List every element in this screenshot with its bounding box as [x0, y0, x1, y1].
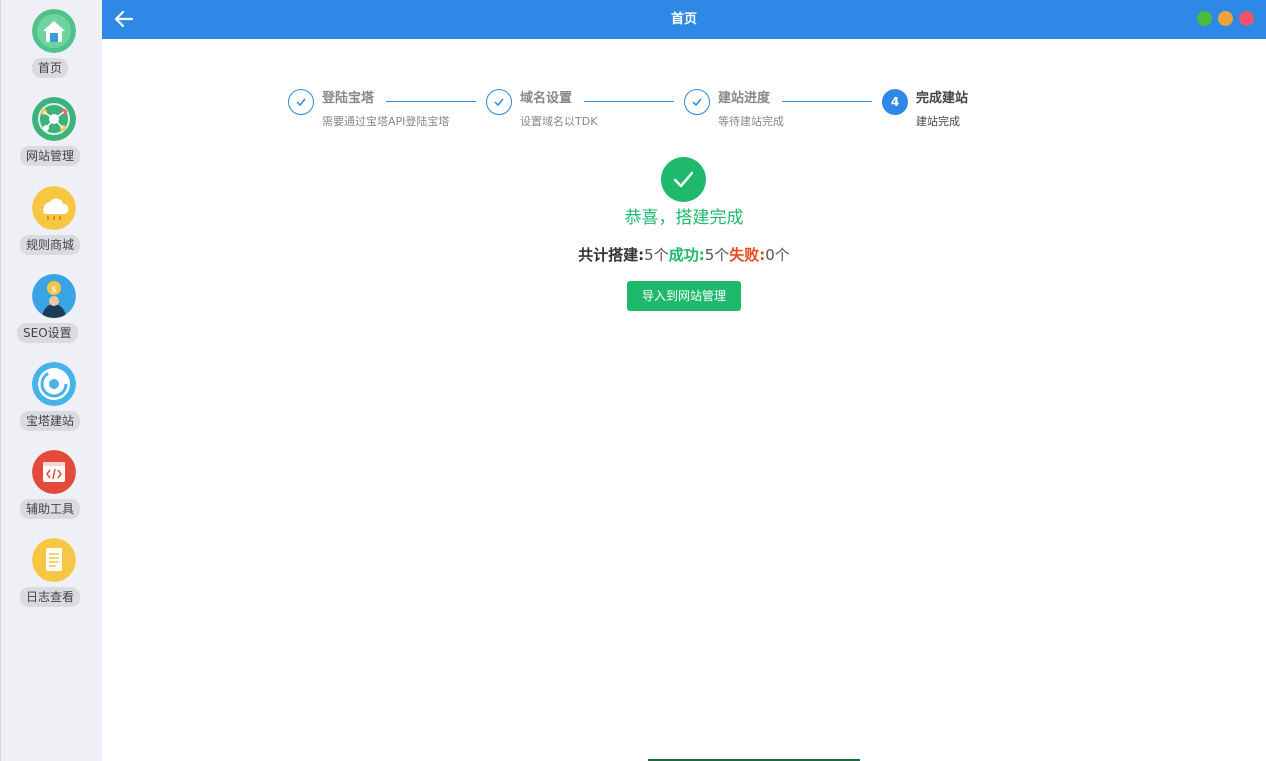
- result-title: 恭喜，搭建完成: [624, 208, 744, 228]
- step-1-check-icon: [288, 89, 314, 115]
- sidebar-item-auxiliary-tools[interactable]: 辅助工具: [1, 450, 103, 530]
- step-connector: [782, 101, 872, 102]
- person-icon: $: [32, 274, 76, 318]
- step-3-title: 建站进度: [718, 91, 771, 106]
- step-4-desc: 建站完成: [916, 115, 960, 128]
- title-bar: 首页: [102, 0, 1266, 39]
- build-summary: 共计搭建:5个成功:5个失败:0个: [434, 243, 934, 267]
- step-connector: [386, 101, 476, 102]
- step-3-check-icon: [684, 89, 710, 115]
- total-label: 共计搭建:: [578, 246, 645, 264]
- success-value: 5个: [704, 246, 730, 264]
- home-icon: [32, 9, 76, 53]
- sidebar-item-label: 规则商城: [20, 235, 81, 255]
- app-window: 首页 网站管理 规则商城 $ SEO设置 宝塔建站 辅助工具 日志查看 首页 登…: [0, 0, 1266, 761]
- page-title: 首页: [670, 12, 697, 27]
- sidebar-item-label: 首页: [32, 58, 69, 78]
- fail-label: 失败:: [729, 246, 766, 264]
- close-button[interactable]: [1239, 11, 1254, 26]
- sidebar-item-label: 宝塔建站: [20, 411, 81, 431]
- sidebar-item-rule-store[interactable]: 规则商城: [1, 186, 103, 266]
- step-4-title: 完成建站: [916, 91, 969, 106]
- arrow-left-icon: [114, 10, 134, 28]
- back-button[interactable]: [112, 7, 136, 31]
- sidebar-item-website-management[interactable]: 网站管理: [1, 97, 103, 177]
- step-1-title: 登陆宝塔: [322, 91, 375, 106]
- step-2-title: 域名设置: [520, 91, 573, 106]
- step-2-desc: 设置域名以TDK: [520, 115, 598, 128]
- sidebar-item-baota-build[interactable]: 宝塔建站: [1, 362, 103, 442]
- import-to-website-management-button[interactable]: 导入到网站管理: [627, 281, 741, 311]
- document-icon: [32, 538, 76, 582]
- sidebar-item-label: SEO设置: [17, 323, 78, 343]
- sidebar-item-log-view[interactable]: 日志查看: [1, 538, 103, 618]
- network-icon: [32, 97, 76, 141]
- cloud-icon: [32, 186, 76, 230]
- total-value: 5个: [644, 246, 669, 264]
- maximize-button[interactable]: [1218, 11, 1233, 26]
- step-connector: [584, 101, 674, 102]
- success-check-icon: [661, 157, 706, 202]
- svg-text:$: $: [51, 285, 57, 295]
- sidebar-item-home[interactable]: 首页: [1, 9, 103, 89]
- refresh-icon: [32, 362, 76, 406]
- step-3-desc: 等待建站完成: [718, 115, 784, 128]
- minimize-button[interactable]: [1197, 11, 1212, 26]
- success-label: 成功:: [668, 246, 705, 264]
- sidebar: 首页 网站管理 规则商城 $ SEO设置 宝塔建站 辅助工具 日志查看: [0, 0, 102, 761]
- step-2-check-icon: [486, 89, 512, 115]
- sidebar-item-seo-settings[interactable]: $ SEO设置: [1, 274, 103, 354]
- step-1-desc: 需要通过宝塔API登陆宝塔: [322, 115, 450, 128]
- fail-value: 0个: [765, 246, 790, 264]
- sidebar-item-label: 日志查看: [20, 587, 81, 607]
- code-icon: [32, 450, 76, 494]
- sidebar-item-label: 辅助工具: [20, 499, 81, 519]
- step-4-number: 4: [882, 89, 908, 115]
- sidebar-item-label: 网站管理: [20, 146, 81, 166]
